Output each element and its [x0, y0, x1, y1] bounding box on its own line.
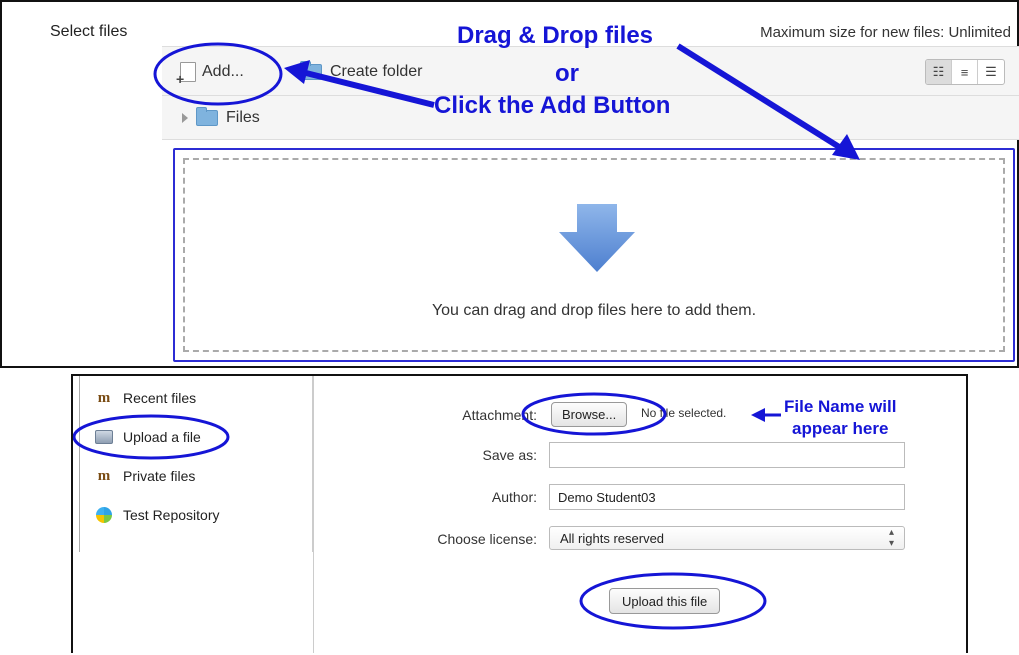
attachment-label: Attachment:: [462, 407, 537, 423]
icons-view-icon[interactable]: ☷: [926, 60, 952, 84]
drop-arrow-icon: [559, 204, 635, 272]
drop-zone-message: You can drag and drop files here to add …: [431, 302, 757, 319]
repo-item-upload-a-file[interactable]: Upload a file: [95, 429, 201, 445]
license-select[interactable]: All rights reserved ▴ ▾: [549, 526, 905, 550]
folder-icon: [300, 61, 322, 80]
license-label: Choose license:: [437, 531, 537, 547]
create-folder-button[interactable]: Create folder: [300, 59, 423, 85]
expand-triangle-icon: [182, 113, 188, 123]
repo-item-private-files[interactable]: m Private files: [95, 467, 196, 485]
repo-label: Recent files: [123, 390, 197, 406]
license-selected-value: All rights reserved: [560, 530, 665, 546]
no-file-selected-text: No file selected.: [641, 406, 727, 420]
browse-button[interactable]: Browse...: [551, 402, 628, 427]
add-file-label: Add...: [202, 63, 244, 80]
select-caret-icon: ▴ ▾: [888, 527, 894, 549]
save-as-input[interactable]: [549, 442, 905, 468]
repo-item-recent-files[interactable]: m Recent files: [95, 389, 197, 407]
upload-panel: m Recent files Upload a file m Private f…: [71, 374, 968, 653]
upload-file-button[interactable]: Upload this file: [609, 588, 721, 614]
author-input[interactable]: Demo Student03: [549, 484, 905, 510]
add-file-icon: [176, 62, 196, 87]
select-files-label: Select files: [50, 23, 128, 40]
annotation-file-name-line1: File Name will: [784, 397, 897, 416]
repo-label: Private files: [123, 468, 196, 484]
view-switcher: ☷ ≡ ☰: [925, 59, 1005, 85]
repo-label: Upload a file: [123, 429, 201, 445]
panel-divider: [313, 376, 314, 653]
filemanager-toolbar: Add... Create folder ☷ ≡ ☰: [162, 46, 1019, 96]
annotation-drag-drop: Drag & Drop files: [457, 22, 654, 49]
author-label: Author:: [491, 489, 537, 505]
repository-list: m Recent files Upload a file m Private f…: [79, 376, 313, 552]
annotation-file-name: File Name will appear here: [784, 396, 896, 440]
drop-zone-highlight: You can drag and drop files here to add …: [173, 148, 1015, 362]
add-file-button[interactable]: Add...: [176, 59, 244, 87]
test-repository-icon: [95, 507, 113, 523]
drop-zone[interactable]: You can drag and drop files here to add …: [183, 158, 1005, 352]
moodle-icon: m: [97, 389, 111, 406]
annotation-click-add: Click the Add Button: [434, 92, 671, 119]
repo-label: Test Repository: [123, 507, 220, 523]
moodle-icon: m: [97, 467, 111, 484]
repo-item-test-repository[interactable]: Test Repository: [95, 507, 219, 523]
save-as-label: Save as:: [482, 447, 537, 463]
create-folder-label: Create folder: [330, 63, 423, 80]
list-view-icon[interactable]: ≡: [952, 60, 978, 84]
arrow-to-no-file-text-icon: [751, 408, 781, 422]
annotation-or: or: [555, 60, 579, 87]
upload-icon: [95, 429, 113, 445]
annotation-file-name-line2: appear here: [792, 419, 889, 438]
max-size-text: Maximum size for new files: Unlimited: [760, 24, 1011, 41]
path-folder-files[interactable]: Files: [182, 107, 260, 127]
folder-icon: [196, 107, 218, 126]
file-picker-top-panel: Select files Maximum size for new files:…: [0, 0, 1019, 368]
tree-view-icon[interactable]: ☰: [978, 60, 1004, 84]
path-folder-label: Files: [226, 109, 260, 126]
